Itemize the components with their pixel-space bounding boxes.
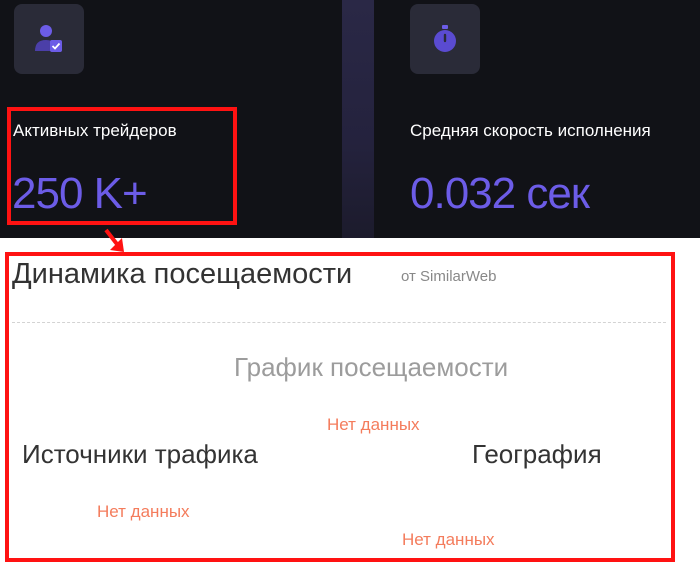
user-check-icon: [35, 25, 62, 52]
stats-divider: [342, 0, 374, 238]
stat-label-speed: Средняя скорость исполнения: [410, 121, 651, 140]
highlight-box-stat: [7, 107, 237, 225]
stat-value-speed: 0.032 сек: [410, 169, 590, 218]
page: Активных трейдеров 250 K+ Средняя скорос…: [0, 0, 700, 569]
stat-icon-tile-traders: [14, 4, 84, 74]
stat-icon-tile-speed: [410, 4, 480, 74]
stopwatch-icon: [434, 25, 456, 52]
highlight-box-section: [5, 252, 675, 562]
